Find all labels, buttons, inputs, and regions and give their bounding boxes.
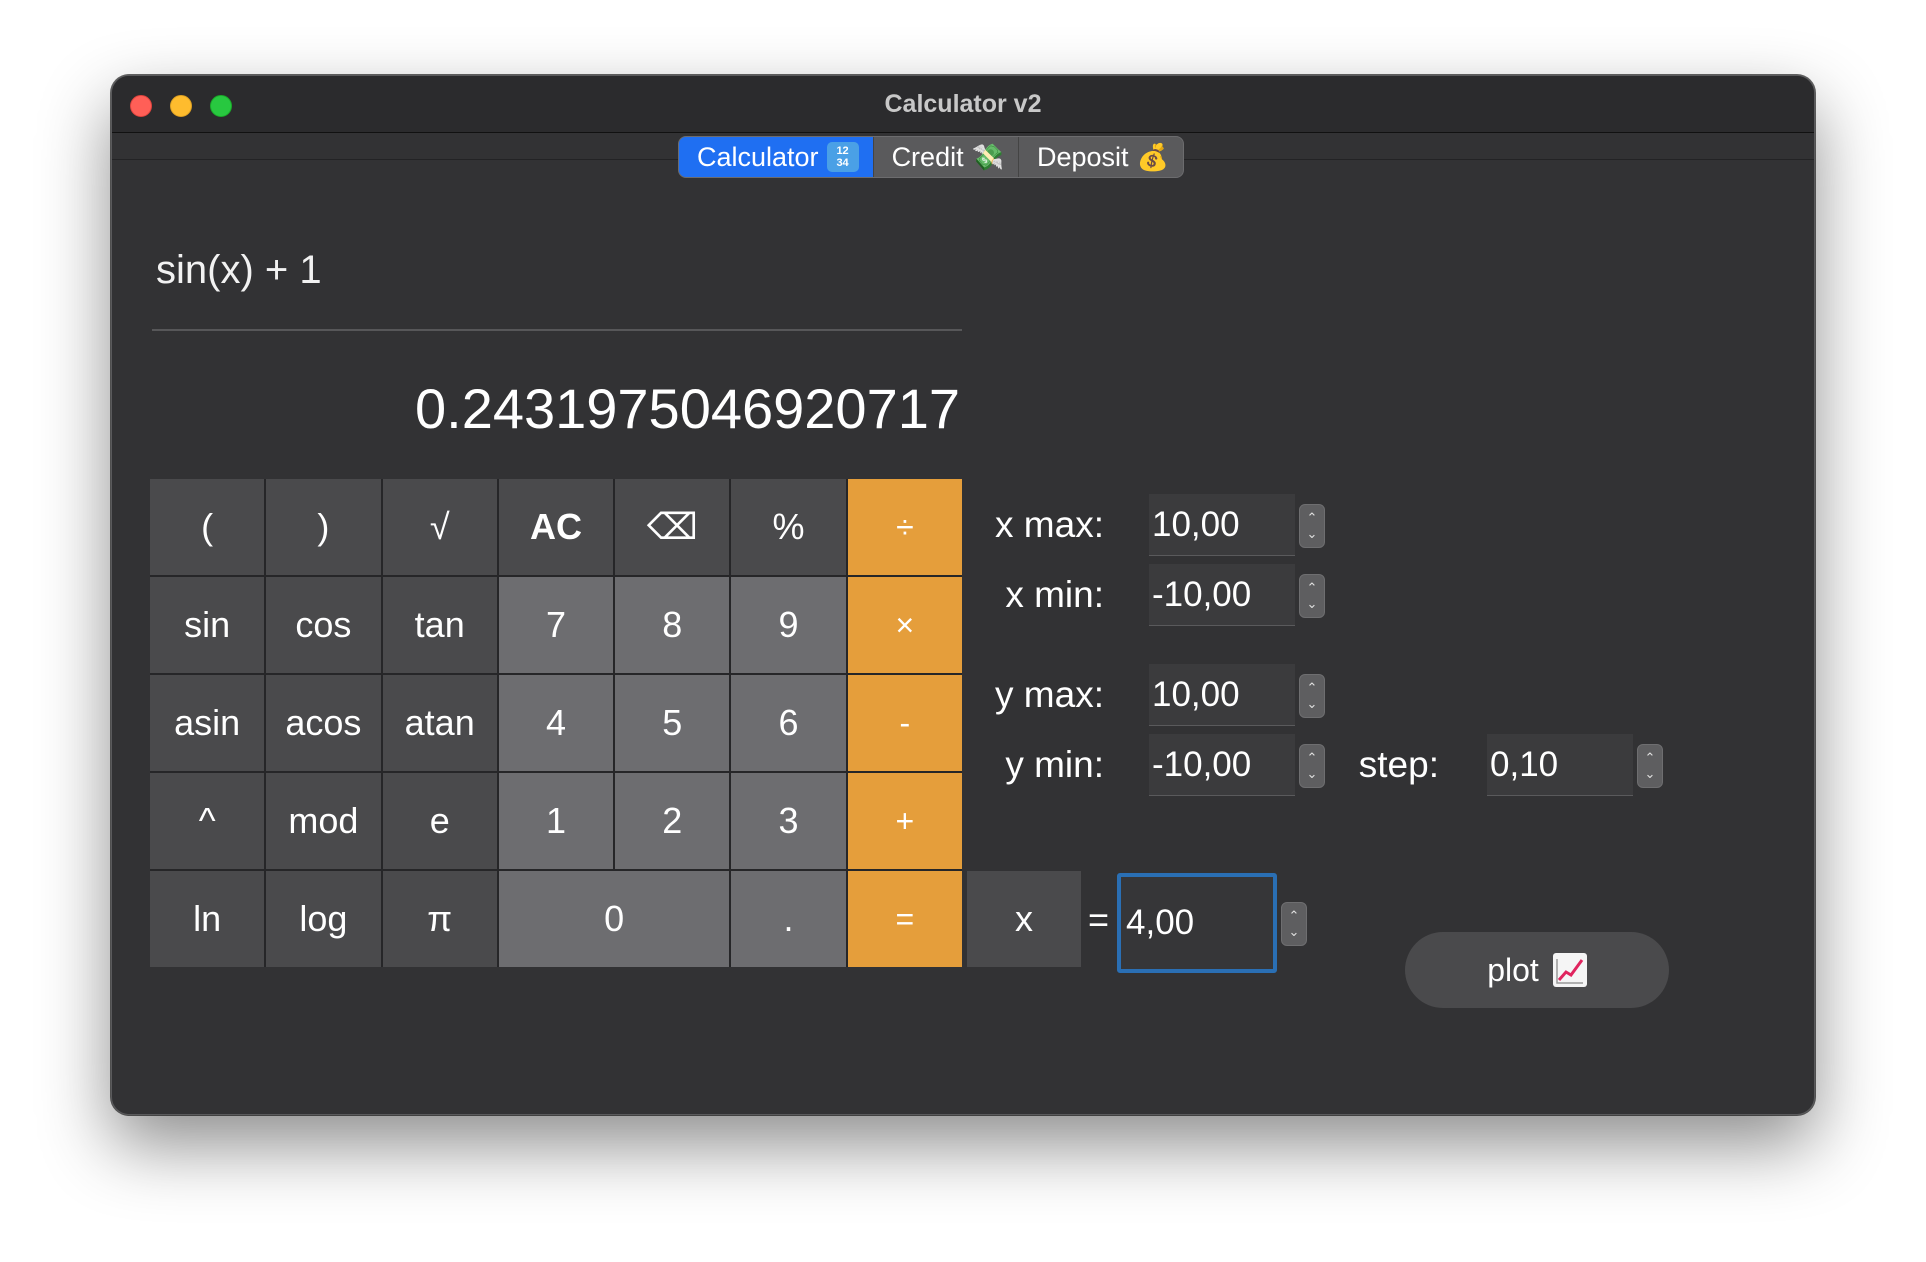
chevron-up-icon: ⌃ — [1644, 750, 1656, 765]
x-value-stepper[interactable]: ⌃ ⌄ — [1281, 902, 1307, 946]
backspace-button[interactable]: ⌫ — [615, 479, 730, 575]
x-max-label: x max: — [995, 504, 1104, 545]
chevron-up-icon: ⌃ — [1306, 680, 1318, 695]
x-max-input[interactable] — [1149, 494, 1295, 556]
chevron-down-icon: ⌄ — [1306, 596, 1318, 611]
y-max-stepper[interactable]: ⌃ ⌄ — [1299, 674, 1325, 718]
digit-1-button[interactable]: 1 — [498, 773, 614, 869]
step-stepper[interactable]: ⌃ ⌄ — [1637, 744, 1663, 788]
sqrt-button[interactable]: √ — [382, 479, 497, 575]
digit-3-button[interactable]: 3 — [731, 773, 846, 869]
y-max-input[interactable] — [1149, 664, 1295, 726]
chevron-down-icon: ⌄ — [1644, 766, 1656, 781]
multiply-button[interactable]: × — [847, 577, 962, 673]
chevron-down-icon: ⌄ — [1306, 766, 1318, 781]
divide-button[interactable]: ÷ — [847, 479, 962, 575]
x-min-input[interactable] — [1149, 564, 1295, 626]
x-value-input[interactable] — [1117, 873, 1277, 973]
tab-calculator[interactable]: Calculator 12 34 — [679, 137, 874, 177]
plot-button-label: plot — [1487, 951, 1539, 988]
log-button[interactable]: log — [266, 871, 381, 967]
display-divider — [152, 329, 962, 331]
percent-button[interactable]: % — [731, 479, 846, 575]
digit-7-button[interactable]: 7 — [498, 577, 614, 673]
y-max-label: y max: — [995, 674, 1104, 715]
x-max-stepper[interactable]: ⌃ ⌄ — [1299, 504, 1325, 548]
y-min-stepper[interactable]: ⌃ ⌄ — [1299, 744, 1325, 788]
tab-credit[interactable]: Credit 💸 — [874, 137, 1019, 177]
chevron-up-icon: ⌃ — [1306, 580, 1318, 595]
tab-deposit-label: Deposit — [1036, 141, 1129, 172]
digit-8-button[interactable]: 8 — [615, 577, 730, 673]
add-button[interactable]: + — [847, 773, 962, 869]
digit-5-button[interactable]: 5 — [615, 675, 730, 771]
euler-button[interactable]: e — [382, 773, 497, 869]
chevron-down-icon: ⌄ — [1306, 696, 1318, 711]
power-button[interactable]: ^ — [150, 773, 265, 869]
chart-increasing-icon — [1552, 953, 1587, 987]
asin-button[interactable]: asin — [150, 675, 265, 771]
keypad: ( ) √ AC ⌫ % ÷ sin cos tan 7 8 9 × asin … — [150, 479, 962, 967]
chevron-down-icon: ⌄ — [1288, 924, 1300, 939]
subtract-button[interactable]: - — [847, 675, 962, 771]
sin-button[interactable]: sin — [150, 577, 265, 673]
money-with-wings-icon: 💸 — [971, 141, 1004, 172]
atan-button[interactable]: atan — [382, 675, 497, 771]
input-numbers-icon: 12 34 — [826, 142, 859, 172]
digit-4-button[interactable]: 4 — [498, 675, 614, 771]
pi-button[interactable]: π — [382, 871, 497, 967]
y-min-input[interactable] — [1149, 734, 1295, 796]
digit-2-button[interactable]: 2 — [615, 773, 730, 869]
decimal-point-button[interactable]: . — [731, 871, 846, 967]
x-min-label: x min: — [1005, 574, 1104, 615]
money-bag-icon: 💰 — [1136, 141, 1169, 172]
ln-button[interactable]: ln — [150, 871, 265, 967]
tab-deposit[interactable]: Deposit 💰 — [1019, 137, 1183, 177]
tab-credit-label: Credit — [891, 141, 964, 172]
y-min-label: y min: — [1005, 744, 1104, 785]
window-title: Calculator v2 — [884, 90, 1042, 118]
digit-9-button[interactable]: 9 — [731, 577, 846, 673]
close-paren-button[interactable]: ) — [266, 479, 381, 575]
acos-button[interactable]: acos — [266, 675, 381, 771]
chevron-down-icon: ⌄ — [1306, 526, 1318, 541]
x-equals-label: = — [1088, 899, 1110, 940]
chevron-up-icon: ⌃ — [1306, 510, 1318, 525]
x-variable-button[interactable]: x — [967, 871, 1081, 967]
all-clear-button[interactable]: AC — [498, 479, 614, 575]
digit-0-button[interactable]: 0 — [498, 871, 730, 967]
chevron-up-icon: ⌃ — [1288, 908, 1300, 923]
x-min-stepper[interactable]: ⌃ ⌄ — [1299, 574, 1325, 618]
step-input[interactable] — [1487, 734, 1633, 796]
cos-button[interactable]: cos — [266, 577, 381, 673]
digit-6-button[interactable]: 6 — [731, 675, 846, 771]
tan-button[interactable]: tan — [382, 577, 497, 673]
calculator-window: Calculator v2 Calculator 12 34 Credit 💸 D… — [111, 75, 1815, 1115]
equals-button[interactable]: = — [847, 871, 962, 967]
open-paren-button[interactable]: ( — [150, 479, 265, 575]
result-display: 0.2431975046920717 — [414, 377, 960, 440]
mod-button[interactable]: mod — [266, 773, 381, 869]
step-label: step: — [1358, 744, 1439, 785]
tab-calculator-label: Calculator — [697, 141, 819, 172]
tab-bar: Calculator 12 34 Credit 💸 Deposit 💰 — [678, 136, 1184, 178]
expression-display: sin(x) + 1 — [156, 248, 322, 292]
title-bar: Calculator v2 — [112, 76, 1814, 133]
chevron-up-icon: ⌃ — [1306, 750, 1318, 765]
plot-button[interactable]: plot — [1405, 932, 1669, 1008]
